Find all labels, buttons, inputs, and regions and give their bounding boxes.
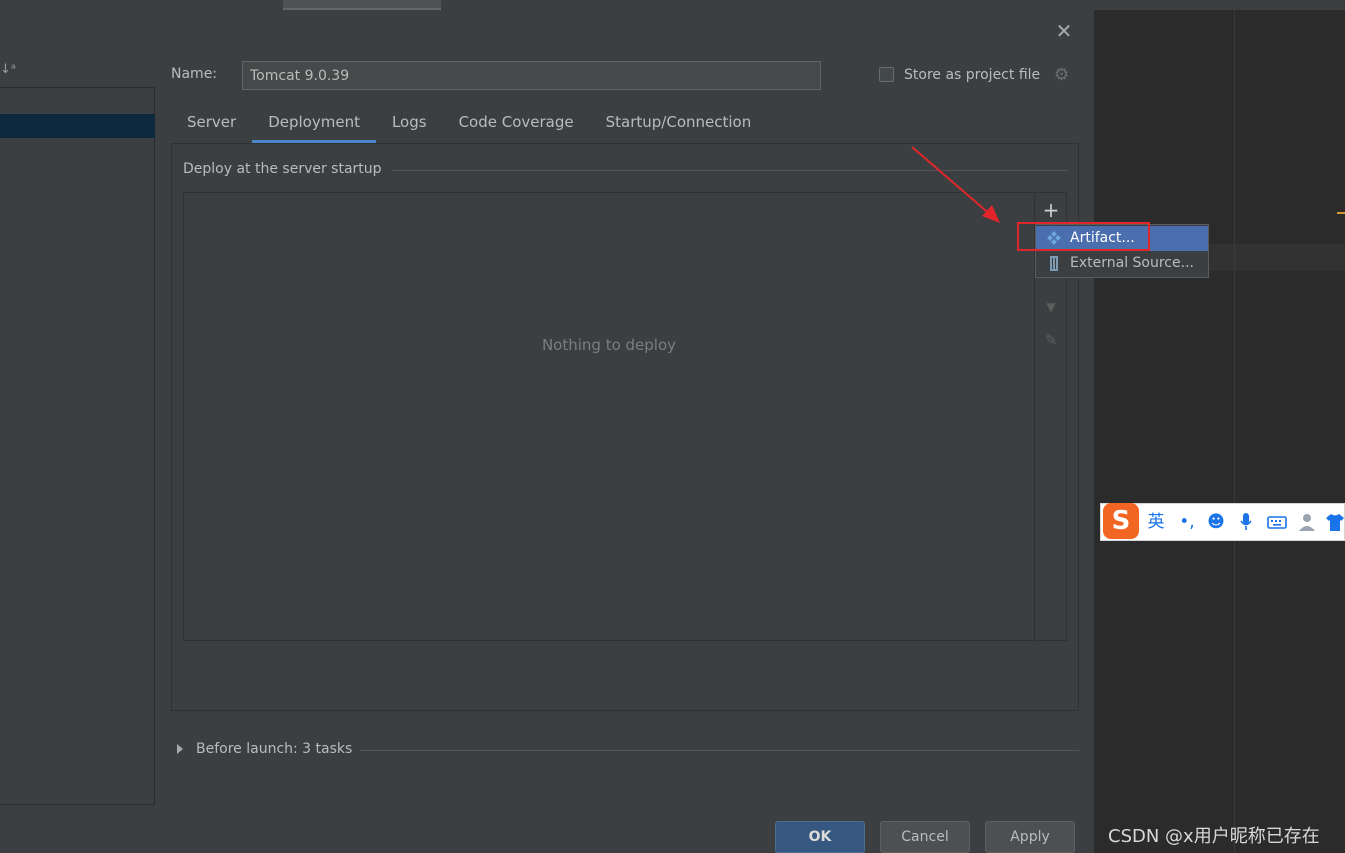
move-down-icon[interactable]: ▼ [1036,293,1066,321]
skin-shirt-icon[interactable] [1324,512,1345,532]
close-icon[interactable]: ✕ [1053,20,1075,42]
external-source-icon [1046,251,1062,276]
ime-punctuation-toggle[interactable]: •, [1176,512,1198,532]
tab-logs[interactable]: Logs [376,105,443,143]
configuration-tree [0,87,155,805]
tab-code-coverage[interactable]: Code Coverage [443,105,590,143]
ime-language-toggle[interactable]: 英 [1144,512,1168,532]
store-as-project-file-label[interactable]: Store as project file [904,67,1040,83]
tab-bar: Server Deployment Logs Code Coverage Sta… [171,105,767,143]
tab-startup-connection[interactable]: Startup/Connection [590,105,768,143]
tab-server[interactable]: Server [171,105,252,143]
editor-area [1094,10,1345,853]
editor-right-margin [1234,10,1235,853]
cancel-button[interactable]: Cancel [880,821,970,853]
store-as-project-file-checkbox[interactable] [879,67,894,82]
annotation-arrow-icon [911,146,1000,223]
deploy-list[interactable] [183,192,1035,641]
name-input[interactable] [242,61,821,90]
menu-item-label: External Source... [1070,255,1194,271]
apply-button[interactable]: Apply [985,821,1075,853]
menu-item-external-source[interactable]: External Source... [1036,251,1208,276]
microphone-icon[interactable] [1235,512,1257,532]
user-icon[interactable] [1296,512,1318,532]
editor-warning-mark [1337,212,1345,214]
before-launch-divider [360,750,1079,751]
highlight-box [1017,222,1150,251]
editor-tab-active[interactable] [283,0,441,10]
gear-icon[interactable]: ⚙ [1054,66,1072,84]
empty-state-text: Nothing to deploy [541,336,677,354]
expand-triangle-icon[interactable] [177,744,183,754]
ok-button[interactable]: OK [775,821,865,853]
emoji-icon[interactable]: ☻ [1205,512,1227,532]
tab-deployment[interactable]: Deployment [252,105,376,143]
edit-icon[interactable]: ✎ [1036,326,1066,354]
before-launch-label[interactable]: Before launch: 3 tasks [196,741,352,757]
ime-logo[interactable]: S [1103,503,1139,539]
section-title: Deploy at the server startup [183,161,382,177]
keyboard-icon[interactable] [1265,512,1289,532]
sort-icon[interactable]: ↓ᵃ [0,62,20,80]
watermark: CSDN @x用户昵称已存在 [1108,826,1320,847]
tree-item-selected[interactable] [0,114,155,138]
add-icon[interactable]: + [1036,196,1066,224]
name-label: Name: [171,66,218,82]
